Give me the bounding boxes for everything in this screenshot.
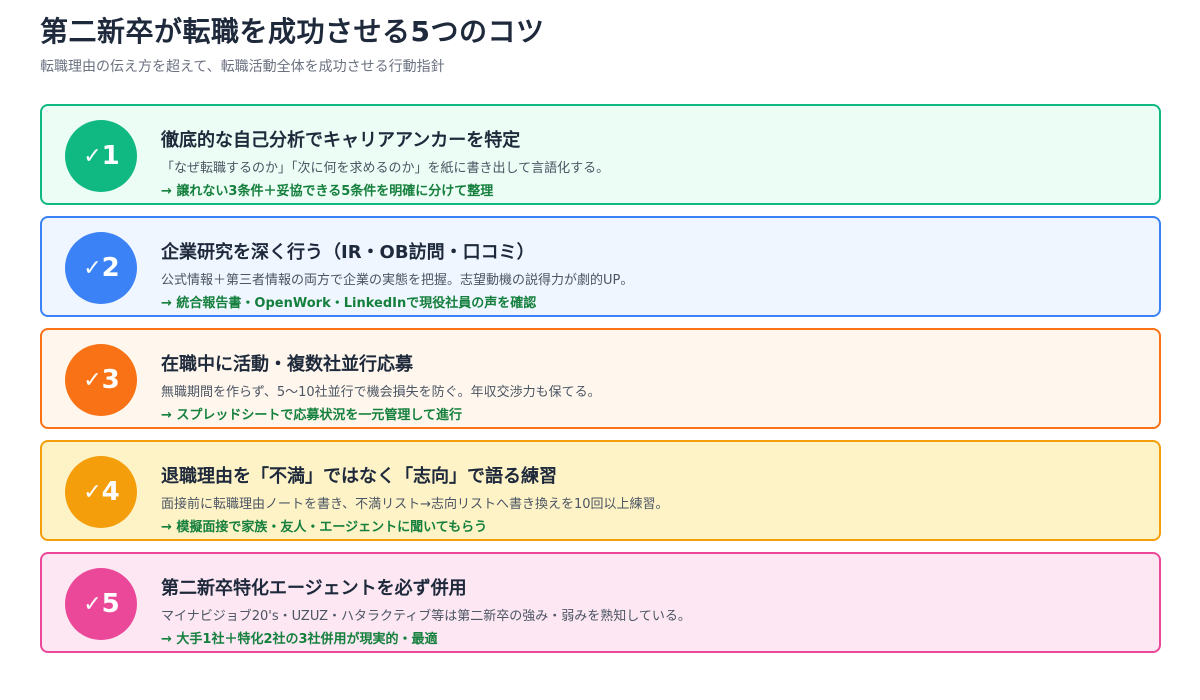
tip-card-1: ✓ 1 徹底的な自己分析でキャリアアンカーを特定 「なぜ転職するのか」「次に何を求… bbox=[40, 104, 1161, 205]
tip-title: 第二新卒特化エージェントを必ず併用 bbox=[161, 578, 467, 599]
tip-card-4: ✓ 4 退職理由を「不満」ではなく「志向」で語る練習 面接前に転職理由ノートを書き… bbox=[40, 440, 1161, 541]
tip-action: → スプレッドシートで応募状況を一元管理して進行 bbox=[161, 408, 463, 423]
tip-description: 公式情報＋第三者情報の両方で企業の実態を把握。志望動機の説得力が劇的UP。 bbox=[161, 273, 634, 288]
check-icon: ✓ bbox=[83, 143, 101, 169]
tip-action: → 譲れない3条件＋妥協できる5条件を明確に分けて整理 bbox=[161, 184, 494, 199]
tip-action: → 大手1社＋特化2社の3社併用が現実的・最適 bbox=[161, 632, 438, 647]
tip-description: 「なぜ転職するのか」「次に何を求めるのか」を紙に書き出して言語化する。 bbox=[161, 161, 610, 176]
tip-number-badge: ✓ 1 bbox=[65, 120, 137, 192]
tip-number-badge: ✓ 2 bbox=[65, 232, 137, 304]
tip-description: マイナビジョブ20's・UZUZ・ハタラクティブ等は第二新卒の強み・弱みを熟知し… bbox=[161, 609, 691, 624]
check-icon: ✓ bbox=[83, 591, 101, 617]
tip-description: 無職期間を作らず、5〜10社並行で機会損失を防ぐ。年収交渉力も保てる。 bbox=[161, 385, 601, 400]
tip-title: 在職中に活動・複数社並行応募 bbox=[161, 354, 413, 375]
page: 第二新卒が転職を成功させる5つのコツ 転職理由の伝え方を超えて、転職活動全体を成… bbox=[0, 0, 1200, 700]
tip-number: 2 bbox=[101, 253, 120, 283]
page-title: 第二新卒が転職を成功させる5つのコツ bbox=[40, 15, 545, 48]
tip-number: 4 bbox=[101, 477, 120, 507]
check-icon: ✓ bbox=[83, 479, 101, 505]
page-subtitle: 転職理由の伝え方を超えて、転職活動全体を成功させる行動指針 bbox=[40, 59, 445, 75]
tip-number: 3 bbox=[101, 365, 120, 395]
tip-number: 5 bbox=[101, 589, 120, 619]
tip-card-3: ✓ 3 在職中に活動・複数社並行応募 無職期間を作らず、5〜10社並行で機会損失を… bbox=[40, 328, 1161, 429]
tip-title: 企業研究を深く行う（IR・OB訪問・口コミ） bbox=[161, 242, 535, 263]
tip-number-badge: ✓ 3 bbox=[65, 344, 137, 416]
check-icon: ✓ bbox=[83, 255, 101, 281]
tip-description: 面接前に転職理由ノートを書き、不満リスト→志向リストへ書き換えを10回以上練習。 bbox=[161, 497, 669, 512]
tip-card-5: ✓ 5 第二新卒特化エージェントを必ず併用 マイナビジョブ20's・UZUZ・ハタ… bbox=[40, 552, 1161, 653]
tip-action: → 統合報告書・OpenWork・LinkedInで現役社員の声を確認 bbox=[161, 296, 537, 311]
check-icon: ✓ bbox=[83, 367, 101, 393]
tip-card-2: ✓ 2 企業研究を深く行う（IR・OB訪問・口コミ） 公式情報＋第三者情報の両方で… bbox=[40, 216, 1161, 317]
tip-title: 徹底的な自己分析でキャリアアンカーを特定 bbox=[161, 130, 521, 151]
tip-number: 1 bbox=[101, 141, 120, 171]
tip-number-badge: ✓ 5 bbox=[65, 568, 137, 640]
tips-list: ✓ 1 徹底的な自己分析でキャリアアンカーを特定 「なぜ転職するのか」「次に何を求… bbox=[40, 104, 1161, 664]
tip-title: 退職理由を「不満」ではなく「志向」で語る練習 bbox=[161, 466, 557, 487]
tip-number-badge: ✓ 4 bbox=[65, 456, 137, 528]
tip-action: → 模擬面接で家族・友人・エージェントに聞いてもらう bbox=[161, 520, 488, 535]
